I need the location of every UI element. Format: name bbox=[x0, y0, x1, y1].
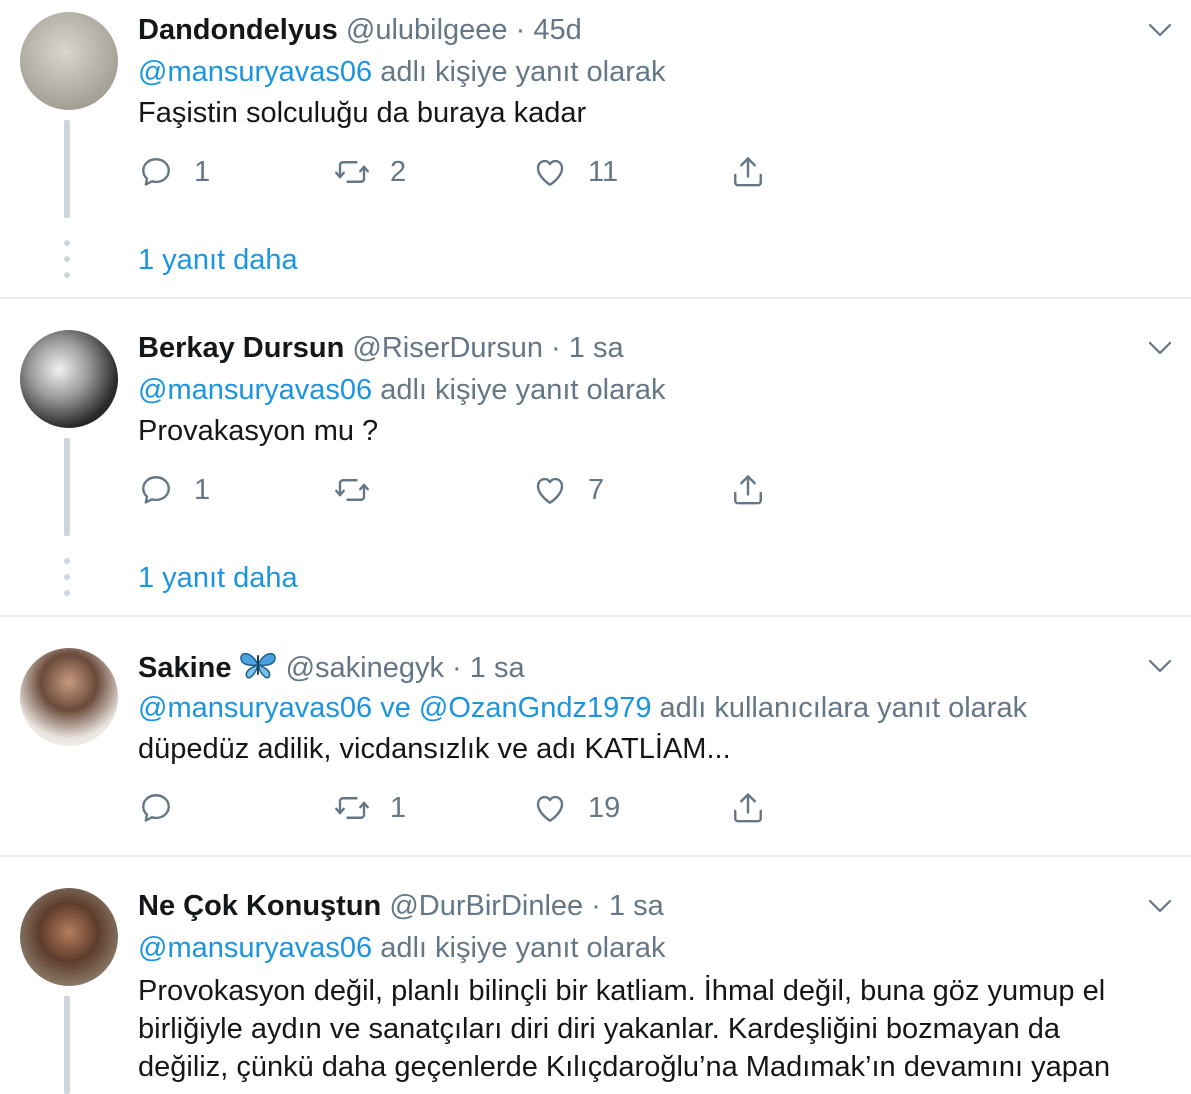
like-count: 7 bbox=[588, 473, 605, 506]
author-name[interactable]: Ne Çok Konuştun bbox=[138, 890, 381, 922]
mention-link[interactable]: @mansuryavas06 bbox=[138, 932, 372, 964]
thread-dot bbox=[64, 590, 70, 596]
show-more-replies-link[interactable]: 1 yanıt daha bbox=[138, 244, 298, 277]
tweet-text: Faşistin solculuğu da buraya kadar bbox=[138, 97, 587, 129]
heart-icon bbox=[532, 790, 568, 826]
divider bbox=[0, 297, 1191, 299]
tweet[interactable]: Dandondelyus @ulubilgeee · 45d @mansurya… bbox=[0, 0, 1191, 298]
thread-dot bbox=[64, 272, 70, 278]
reply-count: 1 bbox=[194, 155, 211, 188]
chevron-down-icon[interactable] bbox=[1145, 651, 1175, 681]
tweet-text-line: Provokasyon değil, planlı bilinçli bir k… bbox=[138, 975, 1106, 1007]
author-name[interactable]: Berkay Dursun bbox=[138, 332, 344, 364]
tweet-actions: 1 7 bbox=[138, 470, 788, 510]
retweet-icon bbox=[334, 154, 370, 190]
author-name[interactable]: Sakine bbox=[138, 652, 232, 684]
thread-dot bbox=[64, 240, 70, 246]
separator: · bbox=[591, 890, 601, 922]
tweet-text: düpedüz adilik, vicdansızlık ve adı KATL… bbox=[138, 733, 731, 765]
tweet-actions: 1 2 11 bbox=[138, 152, 788, 192]
share-icon bbox=[730, 472, 766, 508]
retweet-icon bbox=[334, 472, 370, 508]
divider bbox=[0, 615, 1191, 617]
thread-line bbox=[64, 438, 70, 536]
separator: · bbox=[452, 652, 462, 684]
avatar[interactable] bbox=[20, 888, 118, 986]
tweet-text: Provokasyon değil, planlı bilinçli bir k… bbox=[138, 972, 1168, 1086]
reply-button[interactable] bbox=[138, 788, 194, 828]
thread-dot bbox=[64, 256, 70, 262]
show-more-replies-link[interactable]: 1 yanıt daha bbox=[138, 562, 298, 595]
chevron-down-icon[interactable] bbox=[1145, 333, 1175, 363]
tweet[interactable]: Ne Çok Konuştun @DurBirDinlee · 1 sa @ma… bbox=[0, 876, 1191, 1094]
tweet-text-line: değiliz, çünkü daha geçenlerde Kılıçdaro… bbox=[138, 1051, 1111, 1083]
thread-line bbox=[64, 120, 70, 218]
tweet-time[interactable]: 45d bbox=[533, 14, 581, 46]
reply-icon bbox=[138, 154, 174, 190]
butterfly-icon bbox=[239, 652, 276, 679]
share-button[interactable] bbox=[730, 788, 766, 828]
mention-link[interactable]: @mansuryavas06 ve @OzanGndz1979 bbox=[138, 692, 651, 724]
author-name[interactable]: Dandondelyus bbox=[138, 14, 338, 46]
reply-count: 1 bbox=[194, 473, 211, 506]
reply-icon bbox=[138, 472, 174, 508]
tweet-text-line: birliğiyle aydın ve sanatçıları diri dir… bbox=[138, 1013, 1061, 1045]
heart-icon bbox=[532, 154, 568, 190]
tweet[interactable]: Berkay Dursun @RiserDursun · 1 sa @mansu… bbox=[0, 318, 1191, 616]
reply-context: adlı kullanıcılara yanıt olarak bbox=[659, 692, 1028, 724]
author-handle[interactable]: @DurBirDinlee bbox=[389, 890, 583, 922]
tweet-text: Provakasyon mu ? bbox=[138, 415, 379, 447]
tweet[interactable]: Sakine @sakinegyk · 1 sa @mansuryavas06 … bbox=[0, 636, 1191, 856]
like-button[interactable]: 19 bbox=[532, 788, 620, 828]
mention-link[interactable]: @mansuryavas06 bbox=[138, 374, 372, 406]
separator: · bbox=[551, 332, 561, 364]
reply-button[interactable]: 1 bbox=[138, 470, 210, 510]
tweet-time[interactable]: 1 sa bbox=[470, 652, 525, 684]
like-count: 11 bbox=[588, 155, 619, 188]
author-handle[interactable]: @RiserDursun bbox=[352, 332, 543, 364]
reply-icon bbox=[138, 790, 174, 826]
divider bbox=[0, 855, 1191, 857]
avatar[interactable] bbox=[20, 330, 118, 428]
chevron-down-icon[interactable] bbox=[1145, 15, 1175, 45]
separator: · bbox=[515, 14, 526, 46]
retweet-icon bbox=[334, 790, 370, 826]
reply-button[interactable]: 1 bbox=[138, 152, 210, 192]
heart-icon bbox=[532, 472, 568, 508]
retweet-button[interactable]: 2 bbox=[334, 152, 406, 192]
reply-context: adlı kişiye yanıt olarak bbox=[380, 932, 666, 964]
reply-context: adlı kişiye yanıt olarak bbox=[380, 374, 666, 406]
author-handle[interactable]: @sakinegyk bbox=[286, 652, 444, 684]
share-button[interactable] bbox=[730, 470, 766, 510]
avatar[interactable] bbox=[20, 648, 118, 746]
retweet-count: 2 bbox=[390, 155, 407, 188]
like-button[interactable]: 11 bbox=[532, 152, 618, 192]
share-button[interactable] bbox=[730, 152, 766, 192]
retweet-button[interactable]: 1 bbox=[334, 788, 406, 828]
retweet-count: 1 bbox=[390, 791, 407, 824]
thread-dot bbox=[64, 574, 70, 580]
share-icon bbox=[730, 154, 766, 190]
thread-line bbox=[64, 996, 70, 1094]
like-count: 19 bbox=[588, 791, 621, 824]
tweet-time[interactable]: 1 sa bbox=[569, 332, 624, 364]
retweet-button[interactable] bbox=[334, 470, 390, 510]
like-button[interactable]: 7 bbox=[532, 470, 604, 510]
share-icon bbox=[730, 790, 766, 826]
tweet-time[interactable]: 1 sa bbox=[609, 890, 664, 922]
thread-dot bbox=[64, 558, 70, 564]
mention-link[interactable]: @mansuryavas06 bbox=[138, 56, 372, 88]
reply-context: adlı kişiye yanıt olarak bbox=[380, 56, 666, 88]
author-handle[interactable]: @ulubilgeee bbox=[346, 14, 508, 46]
tweet-actions: 1 19 bbox=[138, 788, 788, 828]
chevron-down-icon[interactable] bbox=[1145, 891, 1175, 921]
avatar[interactable] bbox=[20, 12, 118, 110]
